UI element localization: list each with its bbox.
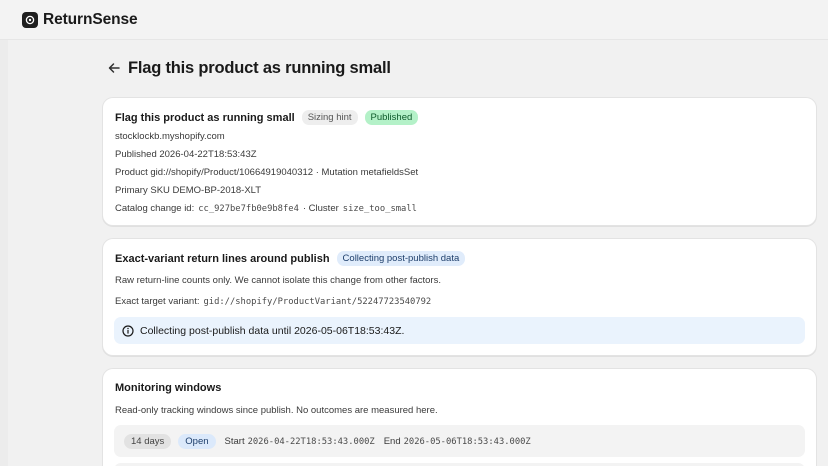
back-arrow-icon bbox=[108, 63, 120, 73]
published-badge: Published bbox=[364, 110, 419, 125]
target-variant-row: Exact target variant: gid://shopify/Prod… bbox=[115, 296, 431, 307]
page-header: Flag this product as running small bbox=[104, 58, 391, 78]
top-bar: ReturnSense bbox=[0, 0, 828, 40]
returns-description: Raw return-line counts only. We cannot i… bbox=[115, 275, 441, 286]
monitoring-card-title: Monitoring windows bbox=[115, 382, 222, 394]
summary-card: Flag this product as running small Sizin… bbox=[102, 97, 817, 226]
sizing-hint-badge: Sizing hint bbox=[301, 110, 358, 125]
returns-card: Exact-variant return lines around publis… bbox=[102, 238, 817, 356]
monitoring-card: Monitoring windows Read-only tracking wi… bbox=[102, 368, 817, 466]
target-variant-value: gid://shopify/ProductVariant/52247723540… bbox=[203, 296, 432, 307]
window-end: End 2026-05-06T18:53:43.000Z bbox=[384, 436, 531, 447]
summary-card-title: Flag this product as running small bbox=[115, 111, 295, 124]
window-start-value: 2026-04-22T18:53:43.000Z bbox=[247, 436, 375, 447]
catalog-change-label: Catalog change id: bbox=[115, 203, 195, 214]
catalog-change-id: cc_927be7fb0e9b8fe4 bbox=[198, 203, 299, 214]
window-end-label: End bbox=[383, 435, 401, 447]
app-name: ReturnSense bbox=[43, 11, 138, 28]
catalog-change-row: Catalog change id: cc_927be7fb0e9b8fe4 ·… bbox=[115, 203, 417, 214]
window-duration-badge: 14 days bbox=[124, 433, 172, 449]
back-button[interactable] bbox=[104, 58, 124, 78]
info-banner: Collecting post-publish data until 2026-… bbox=[114, 317, 805, 344]
window-start: Start 2026-04-22T18:53:43.000Z bbox=[225, 436, 375, 447]
page-title: Flag this product as running small bbox=[128, 58, 391, 77]
product-gid: Product gid://shopify/Product/1066491904… bbox=[115, 167, 419, 178]
window-status-badge: Open bbox=[178, 433, 216, 449]
monitoring-description: Read-only tracking windows since publish… bbox=[115, 405, 438, 416]
info-banner-text: Collecting post-publish data until 2026-… bbox=[140, 324, 405, 337]
returnsense-logo-icon bbox=[22, 12, 38, 28]
window-end-value: 2026-05-06T18:53:43.000Z bbox=[403, 436, 531, 447]
published-timestamp: Published 2026-04-22T18:53:43Z bbox=[115, 149, 257, 160]
primary-sku: Primary SKU DEMO-BP-2018-XLT bbox=[115, 185, 262, 196]
cluster-value: size_too_small bbox=[342, 203, 417, 214]
window-start-label: Start bbox=[224, 435, 245, 447]
brand[interactable]: ReturnSense bbox=[22, 11, 138, 29]
monitoring-window-row: 14 days Open Start 2026-04-22T18:53:43.00… bbox=[114, 425, 805, 457]
collecting-badge: Collecting post-publish data bbox=[336, 251, 466, 266]
cluster-label: · Cluster bbox=[302, 203, 339, 214]
info-icon bbox=[122, 324, 134, 337]
returns-card-title: Exact-variant return lines around publis… bbox=[115, 252, 330, 265]
target-variant-label: Exact target variant: bbox=[115, 296, 200, 307]
shop-domain: stocklockb.myshopify.com bbox=[115, 131, 225, 142]
left-rail bbox=[0, 40, 8, 466]
